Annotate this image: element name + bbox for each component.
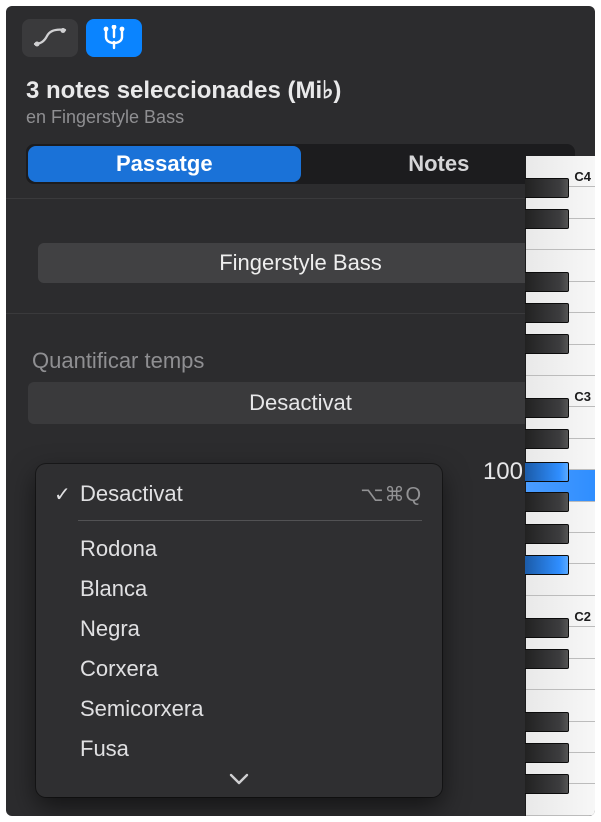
- menu-item-semicorxera[interactable]: Semicorxera: [36, 689, 442, 729]
- quantize-label: Quantificar temps: [28, 348, 573, 374]
- menu-more-icon[interactable]: [36, 769, 442, 789]
- quantize-select[interactable]: Desactivat: [28, 382, 573, 424]
- midi-tool-button[interactable]: [86, 19, 142, 57]
- passage-name-field[interactable]: Fingerstyle Bass: [38, 243, 563, 283]
- menu-item-negra[interactable]: Negra: [36, 609, 442, 649]
- selection-title: 3 notes seleccionades (Mi♭): [26, 76, 575, 105]
- menu-item-desactivat[interactable]: ✓ Desactivat ⌥⌘Q: [36, 474, 442, 514]
- menu-shortcut: ⌥⌘Q: [360, 482, 422, 507]
- toolbar: [6, 6, 595, 62]
- check-icon: ✓: [54, 482, 80, 507]
- quantize-dropdown: ✓ Desactivat ⌥⌘Q Rodona Blanca Negra Cor…: [36, 464, 442, 797]
- automation-curve-button[interactable]: [22, 19, 78, 57]
- selection-header: 3 notes seleccionades (Mi♭) en Fingersty…: [6, 62, 595, 134]
- piano-black-keys: [525, 156, 595, 816]
- quantize-value: Desactivat: [249, 390, 352, 416]
- menu-item-corxera[interactable]: Corxera: [36, 649, 442, 689]
- selection-subtitle: en Fingerstyle Bass: [26, 107, 575, 128]
- menu-item-rodona[interactable]: Rodona: [36, 529, 442, 569]
- inspector-tabs: Passatge Notes: [26, 144, 575, 184]
- strength-value: 100: [483, 458, 523, 486]
- menu-item-fusa[interactable]: Fusa: [36, 729, 442, 769]
- tab-passage[interactable]: Passatge: [28, 146, 301, 182]
- menu-item-blanca[interactable]: Blanca: [36, 569, 442, 609]
